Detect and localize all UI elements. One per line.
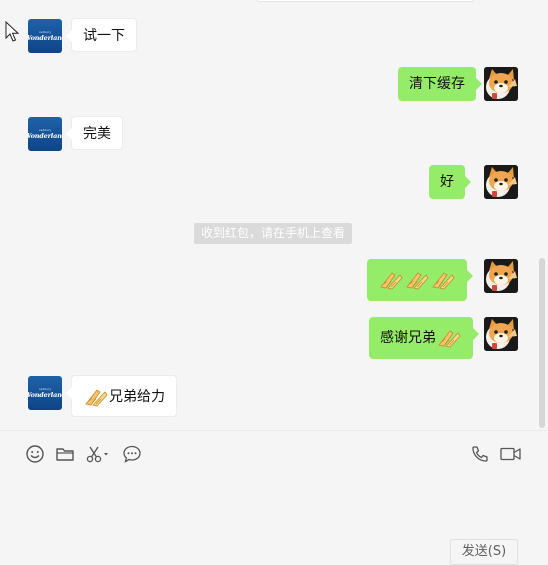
- message-bubble-outgoing[interactable]: 清下缓存: [398, 67, 482, 101]
- self-avatar[interactable]: [484, 67, 518, 101]
- chat-scrollbar[interactable]: [539, 258, 545, 428]
- wheat-cup-emoji-icon: [378, 265, 404, 291]
- wheat-cup-emoji-icon: [430, 265, 456, 291]
- scissors-icon[interactable]: [85, 443, 111, 465]
- video-icon[interactable]: [499, 443, 523, 465]
- contact-avatar[interactable]: cadbury Wonderland: [28, 117, 62, 151]
- system-notice: 收到红包，请在手机上查看: [194, 223, 353, 244]
- self-avatar[interactable]: [484, 165, 518, 199]
- contact-avatar[interactable]: cadbury Wonderland: [28, 19, 62, 53]
- wheat-cup-emoji-icon: [436, 323, 462, 349]
- folder-icon[interactable]: [54, 443, 76, 465]
- toolbar-divider: [0, 430, 548, 431]
- message-bubble-outgoing[interactable]: 感谢兄弟: [369, 317, 479, 359]
- message-bubble-outgoing[interactable]: [367, 259, 473, 301]
- message-bubble-incoming[interactable]: 完美: [66, 116, 123, 150]
- wheat-cup-emoji-icon: [404, 265, 430, 291]
- message-input[interactable]: [0, 478, 548, 538]
- partial-message-bubble: [256, 0, 474, 2]
- corgi-avatar-icon: [484, 165, 518, 199]
- phone-icon[interactable]: [469, 443, 491, 465]
- mouse-cursor-icon: [5, 21, 19, 42]
- self-avatar[interactable]: [484, 317, 518, 351]
- chat-bubble-icon[interactable]: [121, 443, 143, 465]
- send-button[interactable]: 发送(S): [450, 539, 518, 565]
- corgi-avatar-icon: [484, 317, 518, 351]
- self-avatar[interactable]: [484, 259, 518, 293]
- corgi-avatar-icon: [484, 67, 518, 101]
- contact-avatar[interactable]: cadbury Wonderland: [28, 376, 62, 410]
- message-bubble-incoming[interactable]: 兄弟给力: [66, 375, 177, 417]
- chat-message-area[interactable]: cadbury Wonderland 试一下 清下缓存 cadbury Wond…: [0, 0, 548, 430]
- message-bubble-outgoing[interactable]: 好: [429, 165, 471, 199]
- corgi-avatar-icon: [484, 259, 518, 293]
- smiley-icon[interactable]: [24, 443, 46, 465]
- wheat-cup-emoji-icon: [83, 382, 109, 408]
- message-bubble-incoming[interactable]: 试一下: [66, 18, 137, 52]
